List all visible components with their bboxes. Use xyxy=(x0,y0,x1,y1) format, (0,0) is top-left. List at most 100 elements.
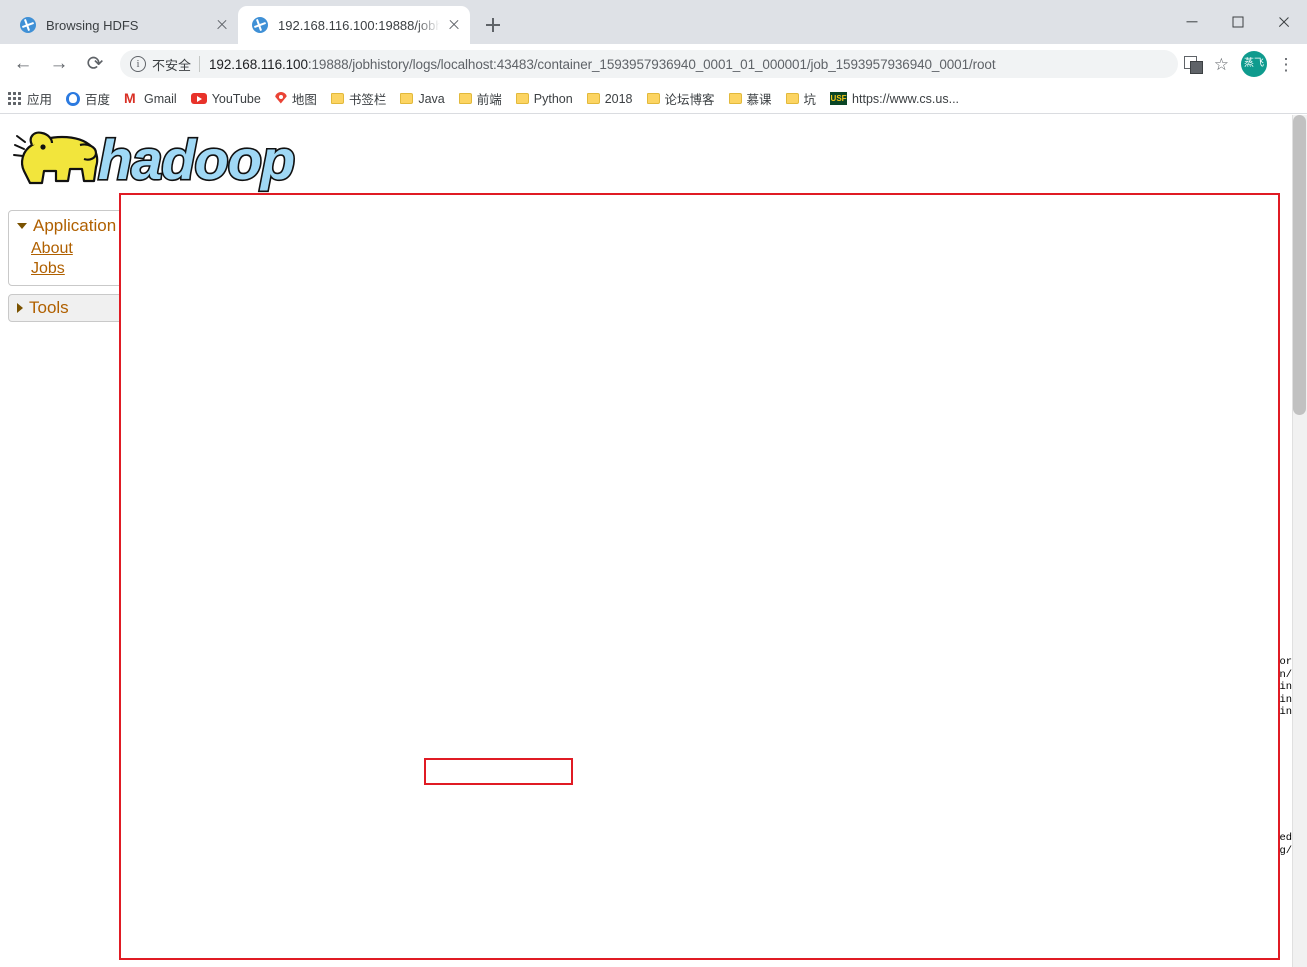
page-scrollbar[interactable] xyxy=(1292,115,1307,967)
close-icon[interactable] xyxy=(444,15,464,35)
divider xyxy=(199,56,201,72)
bookmark-folder-frontend[interactable]: 前端 xyxy=(458,89,502,108)
back-arrow-icon[interactable] xyxy=(8,49,38,79)
log-section-stdout: Log Type: stdout Log Upload Time: 星期日 七月… xyxy=(139,499,1299,561)
bookmark-label: YouTube xyxy=(211,91,261,106)
bookmark-youtube[interactable]: YouTube xyxy=(190,91,261,106)
bookmark-label: Python xyxy=(533,91,573,106)
browser-window: Browsing HDFS 192.168.116.100:19888/jobh… xyxy=(0,0,1307,967)
log-upload-time: Log Upload Time: 星期日 七月 05 22:11:46 +080… xyxy=(139,231,507,249)
address-bar[interactable]: 不安全 192.168.116.100:19888/jobhistory/log… xyxy=(120,50,1178,78)
bookmark-usf[interactable]: https://www.cs.us... xyxy=(830,92,959,106)
url-text: 192.168.116.100:19888/jobhistory/logs/lo… xyxy=(209,57,1170,72)
tab-browsing-hdfs[interactable]: Browsing HDFS xyxy=(6,6,238,44)
bookmark-folder-blogs[interactable]: 论坛博客 xyxy=(646,89,715,108)
log-body: 七月 05, 2020 10:10:34 下午 com.sun.jersey.g… xyxy=(139,271,986,485)
bookmark-folder-2018[interactable]: 2018 xyxy=(586,91,633,106)
svg-text:hadoop: hadoop xyxy=(98,128,294,191)
log-container: Log Type: stderr Log Upload Time: 星期日 七月… xyxy=(139,210,1299,960)
log-upload-time: Log Upload Time: 星期日 七月 05 22:11:46 +080… xyxy=(139,520,507,538)
folder-icon xyxy=(586,93,600,104)
hadoop-logo: hadoop xyxy=(10,123,310,201)
tab-title: Browsing HDFS xyxy=(46,17,139,33)
log-upload-time: Log Upload Time: 星期日 七月 05 22:11:46 +080… xyxy=(139,595,507,613)
usf-icon xyxy=(830,92,848,105)
log-body: dfs://192.168.116.100:9000/tmp/hadoop-ya… xyxy=(139,656,1299,907)
window-controls xyxy=(1169,0,1307,44)
bookmark-label: 论坛博客 xyxy=(664,93,715,107)
scrollbar-thumb[interactable] xyxy=(1293,115,1306,415)
bookmark-label: 应用 xyxy=(27,93,53,107)
bookmark-label: 坑 xyxy=(803,93,817,107)
bookmark-label: 百度 xyxy=(85,93,111,107)
tab-jobhistory[interactable]: 192.168.116.100:19888/jobhist xyxy=(238,6,470,44)
close-window-icon[interactable] xyxy=(1261,0,1307,44)
bookmark-label: 2018 xyxy=(604,91,633,106)
globe-icon xyxy=(252,17,268,33)
new-tab-button[interactable] xyxy=(478,10,508,40)
translate-icon[interactable] xyxy=(1183,56,1203,74)
folder-icon xyxy=(515,93,529,104)
log-section-stderr: Log Type: stderr Log Upload Time: 星期日 七月… xyxy=(139,210,1299,485)
log-length: Log Length: 1773 xyxy=(139,252,256,269)
caret-right-icon xyxy=(17,303,23,313)
bookmark-star-icon[interactable]: ☆ xyxy=(1214,56,1229,73)
caret-down-icon xyxy=(17,223,27,229)
bookmark-label: 地图 xyxy=(291,93,317,107)
apps-grid-icon xyxy=(8,91,22,106)
log-section-syslog: Log Type: syslog Log Upload Time: 星期日 七月… xyxy=(139,574,1299,907)
bookmark-gmail[interactable]: Gmail xyxy=(124,90,177,106)
gmail-icon xyxy=(124,90,139,106)
forward-arrow-icon[interactable] xyxy=(44,49,74,79)
baidu-icon xyxy=(66,91,81,106)
bookmark-label: 书签栏 xyxy=(348,93,387,107)
folder-icon xyxy=(330,93,344,104)
bookmark-folder-shuqianlan[interactable]: 书签栏 xyxy=(330,89,387,108)
maximize-icon[interactable] xyxy=(1215,0,1261,44)
toolbar-actions: ☆ 蒸飞 ⋮ xyxy=(1178,51,1299,77)
youtube-icon xyxy=(190,93,207,104)
bookmarks-bar: 应用 百度 Gmail YouTube 地图 书签栏 Java 前端 xyxy=(0,84,1307,114)
bookmark-label: Java xyxy=(418,91,445,106)
avatar[interactable]: 蒸飞 xyxy=(1241,51,1267,77)
log-length: Log Length: 36424 xyxy=(139,616,265,634)
bookmark-folder-python[interactable]: Python xyxy=(515,91,573,106)
log-type: Log Type: syslog xyxy=(139,575,252,593)
tab-title: 192.168.116.100:19888/jobhist xyxy=(278,17,440,33)
sidebar-item-label: Application xyxy=(33,216,117,235)
browser-toolbar: 不安全 192.168.116.100:19888/jobhistory/log… xyxy=(0,44,1307,84)
close-icon[interactable] xyxy=(212,15,232,35)
full-log-link[interactable]: here xyxy=(414,637,444,654)
minimize-icon[interactable] xyxy=(1169,0,1215,44)
menu-kebab-icon[interactable]: ⋮ xyxy=(1273,56,1299,73)
log-length: Log Length: 0 xyxy=(139,540,231,558)
folder-icon xyxy=(728,93,742,104)
bookmark-baidu[interactable]: 百度 xyxy=(66,89,110,108)
showing-bytes-notice: Showing 4096 bytes of 36424 total. Click… xyxy=(139,636,1299,657)
folder-icon xyxy=(785,93,799,104)
log-type: Log Type: stdout xyxy=(139,499,250,517)
showing-suffix: for the full log. xyxy=(444,636,543,654)
folder-icon xyxy=(400,93,414,104)
bookmark-label: 前端 xyxy=(476,93,502,107)
folder-icon xyxy=(458,93,472,104)
security-status-label: 不安全 xyxy=(152,57,192,73)
reload-icon[interactable] xyxy=(80,49,110,79)
bookmark-apps[interactable]: 应用 xyxy=(8,89,52,108)
tab-strip: Browsing HDFS 192.168.116.100:19888/jobh… xyxy=(0,0,1307,44)
bookmark-maps[interactable]: 地图 xyxy=(275,89,317,108)
url-host: 192.168.116.100 xyxy=(209,56,308,72)
bookmark-label: 慕课 xyxy=(746,93,772,107)
bookmark-folder-java[interactable]: Java xyxy=(400,91,445,106)
bookmark-folder-mooc[interactable]: 慕课 xyxy=(728,89,772,108)
page-content: hadoop Application About Jobs Tools Log … xyxy=(0,115,1307,967)
showing-prefix: Showing 4096 bytes of 36424 total. Click xyxy=(139,636,415,654)
bookmark-folder-keng[interactable]: 坑 xyxy=(785,89,817,108)
url-path: :19888/jobhistory/logs/localhost:43483/c… xyxy=(307,56,996,72)
log-type: Log Type: stderr xyxy=(139,211,248,228)
folder-icon xyxy=(646,93,660,104)
sidebar-item-label: Tools xyxy=(29,298,69,317)
info-icon[interactable] xyxy=(130,56,146,72)
